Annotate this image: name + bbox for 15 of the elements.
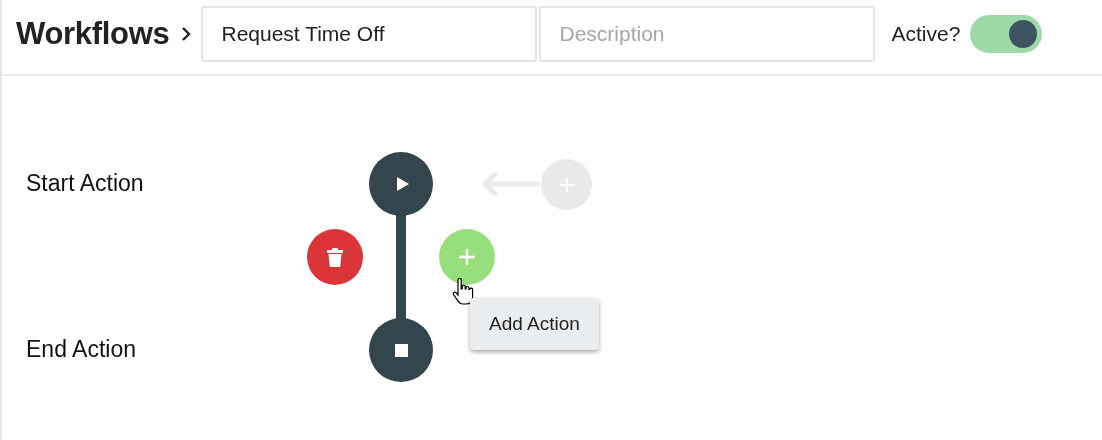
name-field[interactable]: Request Time Off bbox=[201, 6, 538, 62]
plus-icon bbox=[459, 249, 475, 265]
description-field[interactable]: Description bbox=[539, 6, 876, 62]
play-icon bbox=[396, 176, 410, 192]
chevron-right-icon bbox=[181, 26, 192, 42]
active-toggle[interactable] bbox=[970, 15, 1043, 53]
page-title: Workflows bbox=[16, 16, 170, 52]
hand-cursor-icon bbox=[452, 278, 474, 306]
start-action-label: Start Action bbox=[26, 170, 144, 197]
active-label: Active? bbox=[891, 22, 961, 46]
stop-icon bbox=[394, 343, 408, 357]
end-action-label: End Action bbox=[26, 336, 136, 363]
tooltip: Add Action bbox=[470, 298, 599, 350]
delete-button[interactable] bbox=[307, 229, 363, 285]
trash-icon bbox=[327, 247, 343, 267]
